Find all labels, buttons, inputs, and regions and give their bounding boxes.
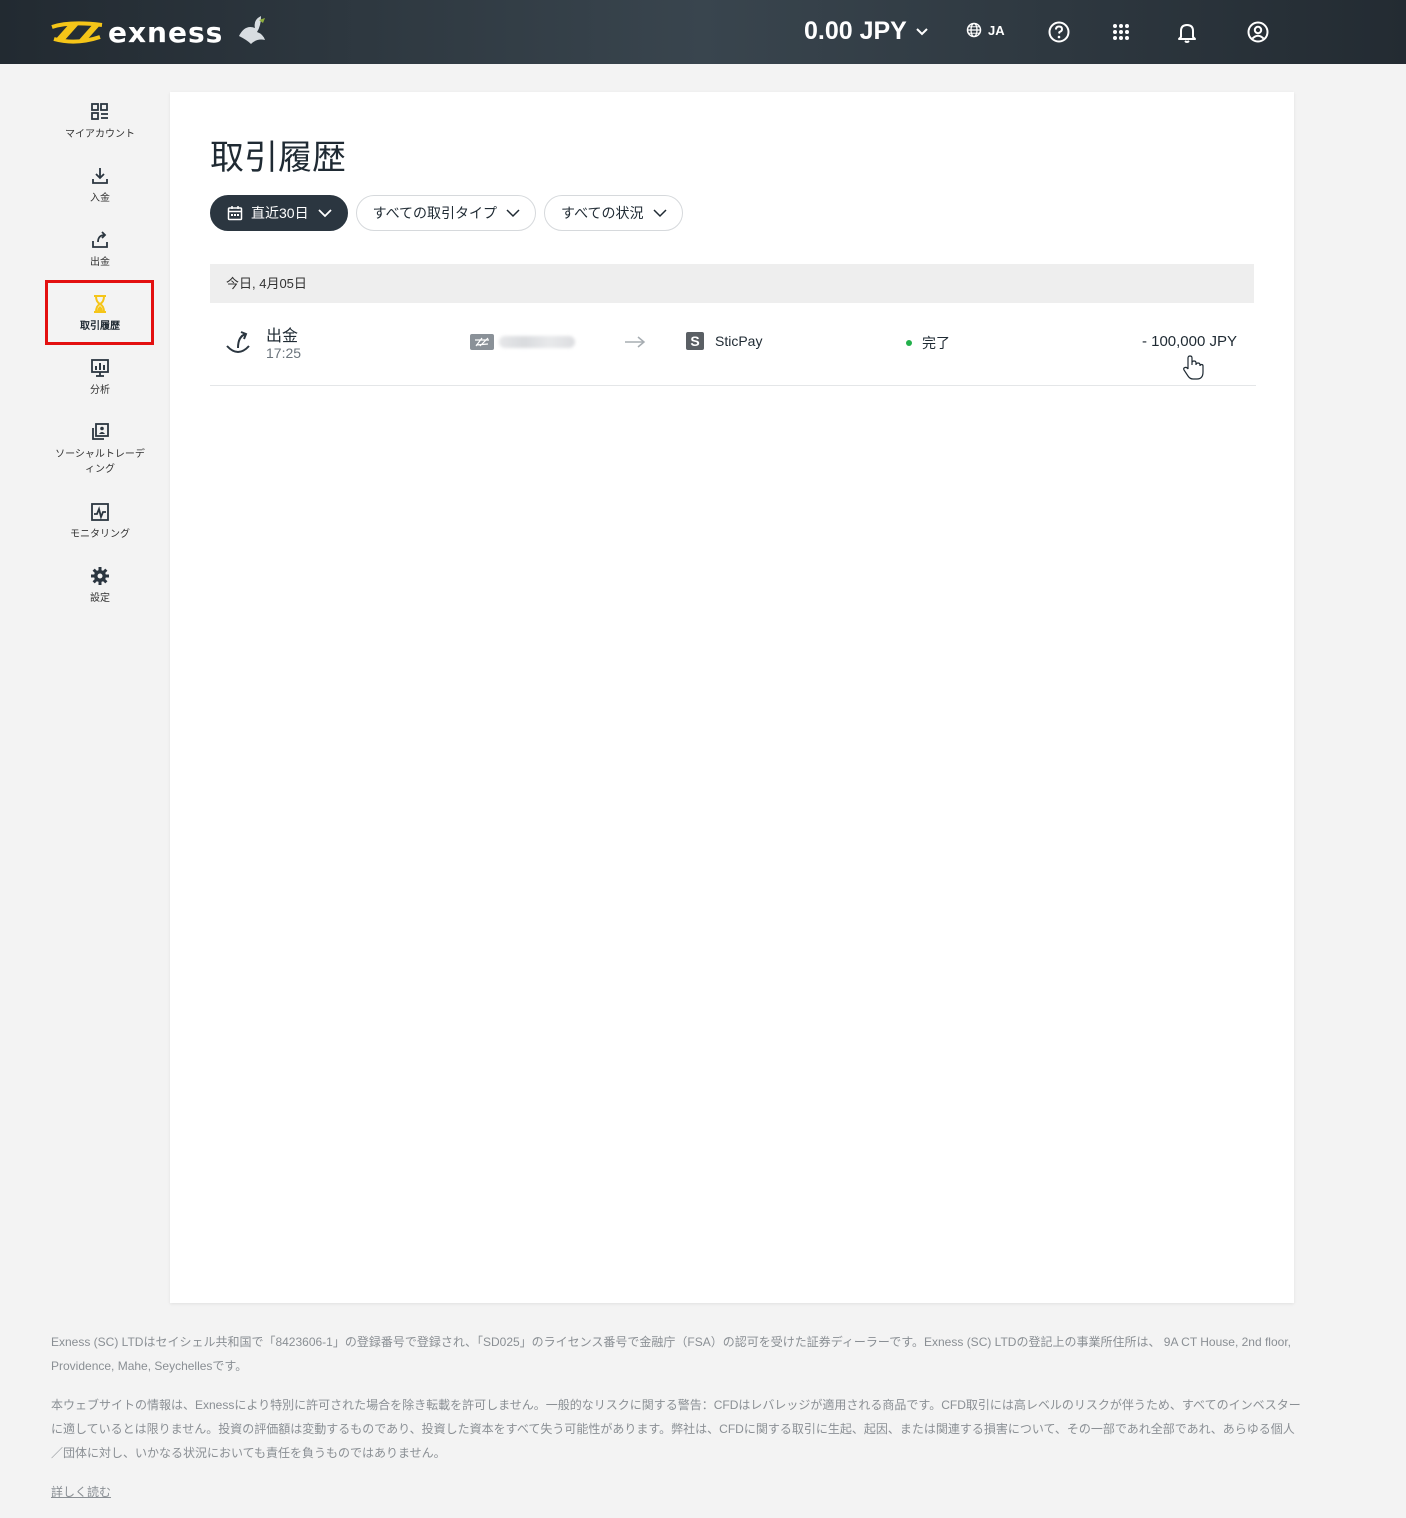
apps-grid-icon[interactable]	[1109, 20, 1133, 44]
main-card: 取引履歴 直近30日 すべての取引タイプ すべての状況 今日, 4月05日 出金…	[170, 92, 1294, 1303]
exness-account-icon	[470, 334, 494, 350]
sidebar-item-label: 出金	[90, 257, 110, 268]
filter-bar: 直近30日 すべての取引タイプ すべての状況	[210, 195, 691, 231]
sidebar-item-my-account[interactable]: マイアカウント	[46, 102, 154, 142]
chevron-down-icon	[916, 27, 928, 35]
help-icon[interactable]	[1047, 20, 1071, 44]
source-account	[470, 334, 575, 350]
gear-icon	[91, 567, 109, 585]
withdrawal-icon	[226, 331, 250, 353]
exness-mark-icon	[51, 21, 103, 44]
destination-account: S SticPay	[686, 332, 762, 350]
social-trading-icon	[92, 423, 109, 440]
transaction-type: 出金	[266, 328, 299, 345]
deposit-icon	[92, 168, 108, 184]
destination-name: SticPay	[715, 333, 763, 349]
sidebar-item-monitoring[interactable]: モニタリング	[46, 502, 154, 542]
globe-icon	[966, 22, 982, 38]
dashboard-icon	[91, 103, 108, 120]
top-header: exness 0.00 JPY JA	[0, 0, 1406, 64]
blurred-account-number	[499, 336, 575, 348]
status-dot-icon	[906, 340, 912, 346]
calendar-icon	[227, 206, 243, 221]
language-selector[interactable]: JA	[966, 22, 1005, 38]
transaction-type-filter-label: すべての取引タイプ	[372, 205, 498, 221]
footer-registration-text: Exness (SC) LTDはセイシェル共和国で「8423606-1」の登録番…	[51, 1335, 1291, 1373]
status-label: 完了	[922, 335, 950, 351]
sidebar-item-deposit[interactable]: 入金	[46, 166, 154, 206]
transaction-time: 17:25	[266, 345, 302, 361]
transaction-status: 完了	[906, 333, 950, 353]
sidebar-item-label: ソーシャルトレーデ	[55, 449, 145, 460]
brand-name: exness	[108, 15, 224, 49]
sidebar-item-label: 入金	[90, 193, 110, 204]
dove-icon	[239, 16, 266, 44]
transaction-amount: - 100,000 JPY	[1141, 333, 1237, 350]
withdraw-icon	[92, 231, 108, 248]
period-filter[interactable]: 直近30日	[210, 195, 348, 231]
chevron-down-icon	[317, 209, 332, 218]
bell-icon[interactable]	[1175, 20, 1199, 44]
analytics-icon	[91, 359, 109, 377]
footer-risk-warning: 本ウェブサイトの情報は、Exnessにより特別に許可された場合を除き転載を許可し…	[51, 1398, 1301, 1460]
page-title: 取引履歴	[210, 139, 346, 177]
active-item-highlight	[45, 280, 154, 345]
status-filter-label: すべての状況	[561, 205, 644, 221]
sidebar-item-settings[interactable]: 設定	[46, 566, 154, 606]
legal-footer: Exness (SC) LTDはセイシェル共和国で「8423606-1」の登録番…	[51, 1330, 1301, 1504]
sidebar-item-analytics[interactable]: 分析	[46, 358, 154, 398]
sidebar-item-label-line2: ィング	[85, 464, 115, 475]
sidebar-item-label: モニタリング	[70, 529, 130, 540]
sidebar-item-label: 分析	[90, 385, 110, 396]
balance-dropdown[interactable]: 0.00 JPY	[804, 17, 929, 46]
sidebar-item-withdraw[interactable]: 出金	[46, 230, 154, 270]
transaction-row[interactable]: 出金 17:25 S SticPay 完了 - 100,000 JPY	[210, 304, 1256, 386]
status-filter[interactable]: すべての状況	[544, 195, 683, 231]
balance-value: 0.00 JPY	[804, 17, 907, 45]
sidebar-item-label: 設定	[90, 593, 110, 604]
sidebar-item-social-trading[interactable]: ソーシャルトレーデ ィング	[46, 422, 154, 477]
chevron-down-icon	[506, 209, 520, 218]
arrow-right-icon	[625, 336, 646, 348]
monitoring-icon	[91, 503, 109, 521]
exness-logo[interactable]: exness	[50, 12, 269, 52]
period-filter-label: 直近30日	[251, 205, 309, 221]
language-code: JA	[988, 22, 1005, 38]
read-more-link[interactable]: 詳しく読む	[51, 1485, 111, 1499]
sidebar-item-label: マイアカウント	[65, 129, 135, 140]
chevron-down-icon	[652, 209, 667, 218]
date-group-header: 今日, 4月05日	[210, 264, 1254, 303]
account-icon[interactable]	[1246, 20, 1270, 44]
sticpay-logo-icon: S	[686, 332, 704, 350]
hand-pointer-icon	[1183, 355, 1204, 380]
transaction-type-filter[interactable]: すべての取引タイプ	[355, 195, 537, 231]
